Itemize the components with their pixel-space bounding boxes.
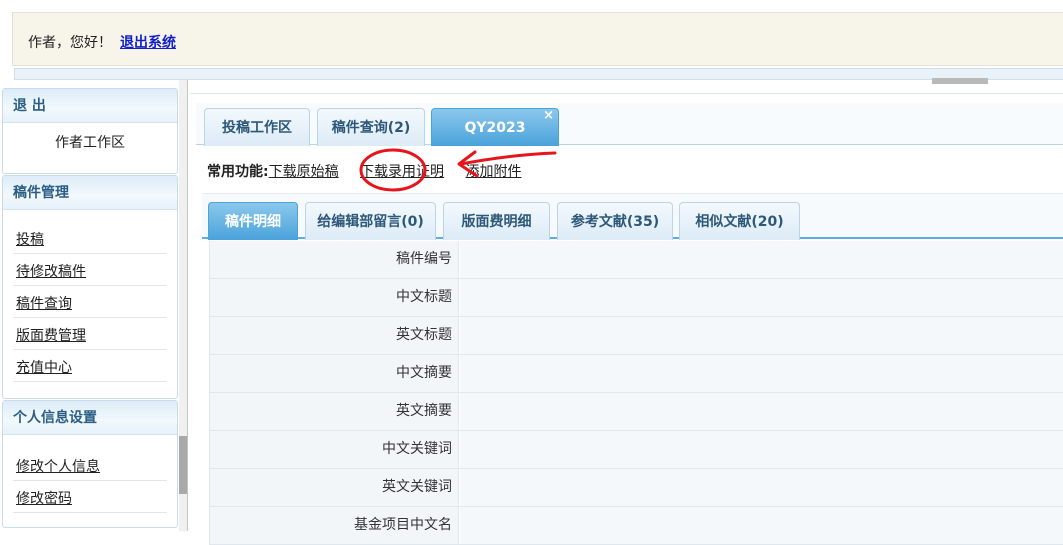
detail-row-label: 中文摘要	[209, 355, 459, 392]
tab-label: QY2023	[464, 120, 526, 136]
tab-label: 给编辑部留言(0)	[317, 214, 424, 230]
detail-row: 中文摘要	[209, 355, 1063, 393]
detail-row-value	[460, 279, 1063, 316]
detail-row: 英文摘要	[209, 393, 1063, 431]
tab-label: 稿件查询(2)	[331, 120, 411, 136]
greeting-text: 作者，您好！	[28, 35, 112, 51]
detail-row: 英文标题	[209, 317, 1063, 355]
sidebar-item-page-fee[interactable]: 版面费管理	[13, 318, 167, 350]
detail-row-value	[460, 393, 1063, 430]
detail-row-label: 英文关键词	[209, 469, 459, 506]
exit-panel-title[interactable]: 退 出	[3, 89, 177, 123]
detail-row-value	[460, 469, 1063, 506]
detail-row-value	[460, 507, 1063, 544]
manuscript-panel: 稿件管理 投稿 待修改稿件 稿件查询 版面费管理 充值中心	[2, 175, 178, 399]
logout-link[interactable]: 退出系统	[120, 35, 176, 51]
vertical-scrollbar[interactable]	[179, 80, 187, 531]
profile-panel: 个人信息设置 修改个人信息 修改密码	[2, 400, 178, 528]
common-functions-bar: 常用功能:下载原始稿 下载录用证明 添加附件	[207, 161, 539, 181]
detail-row-value	[460, 241, 1063, 278]
tab-similar-docs[interactable]: 相似文献(20)	[679, 202, 800, 240]
tab-label: 版面费明细	[461, 214, 532, 230]
detail-row: 中文标题	[209, 279, 1063, 317]
greeting-line: 作者，您好！ 退出系统	[28, 32, 176, 52]
main-tab-bar: 投稿工作区 稿件查询(2) QY2023 ×	[196, 103, 1063, 146]
detail-row: 稿件编号	[209, 241, 1063, 279]
detail-row-label: 中文标题	[209, 279, 459, 316]
tab-submission-workspace[interactable]: 投稿工作区	[204, 108, 310, 146]
detail-row-value	[460, 355, 1063, 392]
detail-row: 基金项目中文名	[209, 507, 1063, 545]
sidebar-item-manuscript-query[interactable]: 稿件查询	[13, 286, 167, 318]
download-acceptance-link[interactable]: 下载录用证明	[360, 164, 444, 180]
scrollbar-thumb[interactable]	[932, 78, 988, 84]
tab-label: 参考文献(35)	[570, 214, 660, 230]
horizontal-scrollbar[interactable]	[14, 68, 1063, 84]
common-functions-label: 常用功能:	[207, 164, 269, 180]
detail-tab-bar: 稿件明细 给编辑部留言(0) 版面费明细 参考文献(35) 相似文献(20)	[202, 193, 1063, 240]
scrollbar-thumb[interactable]	[179, 436, 187, 494]
detail-row-label: 英文摘要	[209, 393, 459, 430]
manuscript-panel-title: 稿件管理	[3, 176, 177, 210]
tab-editor-message[interactable]: 给编辑部留言(0)	[305, 202, 436, 240]
manuscript-detail-table: 稿件编号 中文标题 英文标题 中文摘要 英文摘要 中文关键词 英文关键词 基金项目中文名	[209, 241, 1063, 545]
tab-manuscript-query[interactable]: 稿件查询(2)	[317, 108, 425, 146]
detail-row: 英文关键词	[209, 469, 1063, 507]
detail-row-label: 稿件编号	[209, 241, 459, 278]
profile-panel-title: 个人信息设置	[3, 401, 177, 435]
tab-qy2023[interactable]: QY2023 ×	[431, 108, 559, 146]
sidebar-item-pending-revision[interactable]: 待修改稿件	[13, 254, 167, 286]
detail-row-label: 中文关键词	[209, 431, 459, 468]
sidebar-item-submit[interactable]: 投稿	[13, 222, 167, 254]
sidebar-item-edit-profile[interactable]: 修改个人信息	[13, 449, 167, 481]
download-original-link[interactable]: 下载原始稿	[269, 164, 339, 180]
detail-row-label: 基金项目中文名	[209, 507, 459, 544]
sidebar-item-recharge[interactable]: 充值中心	[13, 350, 167, 382]
detail-row-value	[460, 431, 1063, 468]
add-attachment-link[interactable]: 添加附件	[466, 164, 522, 180]
detail-row: 中文关键词	[209, 431, 1063, 469]
sidebar-item-author-workspace[interactable]: 作者工作区	[13, 123, 167, 171]
tab-label: 相似文献(20)	[695, 214, 784, 230]
detail-row-label: 英文标题	[209, 317, 459, 354]
sidebar-item-change-password[interactable]: 修改密码	[13, 481, 167, 513]
detail-row-value	[460, 317, 1063, 354]
tab-label: 投稿工作区	[222, 120, 292, 136]
tab-manuscript-detail[interactable]: 稿件明细	[208, 202, 298, 240]
main-content: 投稿工作区 稿件查询(2) QY2023 × 常用功能:下载原始稿 下载录用证明…	[190, 93, 1063, 545]
tab-label: 稿件明细	[225, 214, 281, 230]
top-header: 作者，您好！ 退出系统	[12, 12, 1063, 66]
left-sidebar: 退 出 作者工作区 稿件管理 投稿 待修改稿件 稿件查询 版面费管理 充值中心 …	[0, 80, 188, 531]
close-icon[interactable]: ×	[543, 97, 554, 135]
tab-references[interactable]: 参考文献(35)	[557, 202, 673, 240]
tab-page-fee-detail[interactable]: 版面费明细	[443, 202, 550, 240]
exit-panel: 退 出 作者工作区	[2, 88, 178, 174]
